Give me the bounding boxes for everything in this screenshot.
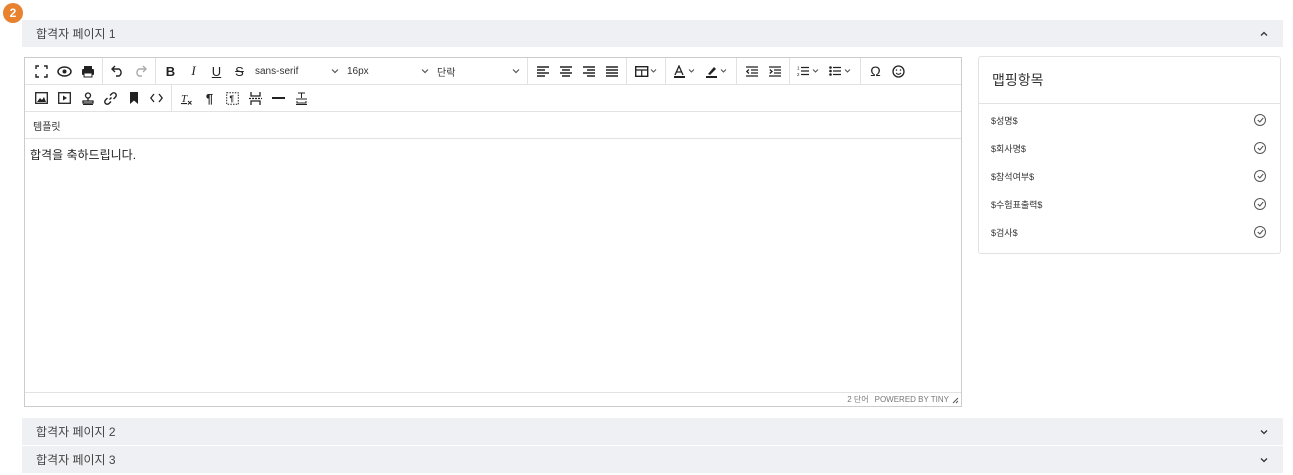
visual-blocks-icon[interactable]: ¶ — [221, 87, 244, 110]
font-family-value: sans-serif — [255, 65, 299, 77]
align-left-icon[interactable] — [531, 60, 554, 83]
chevron-up-icon — [1259, 29, 1269, 39]
mapping-item-label: $참석여부$ — [991, 171, 1035, 182]
step-badge: 2 — [3, 3, 23, 23]
mapping-item-label: $검사$ — [991, 227, 1018, 238]
chevron-down-icon — [1259, 427, 1269, 437]
undo-icon[interactable] — [106, 60, 129, 83]
accordion-page-2-header[interactable]: 합격자 페이지 2 — [22, 418, 1283, 445]
mapping-item-label: $수험표출력$ — [991, 199, 1043, 210]
mapping-panel-title: 맵핑항목 — [979, 57, 1280, 104]
preview-eye-icon[interactable] — [53, 60, 76, 83]
nonbreaking-space-icon[interactable] — [290, 87, 313, 110]
mapping-item: $검사$ — [979, 218, 1280, 246]
print-icon[interactable] — [76, 60, 99, 83]
emoticon-icon[interactable] — [887, 60, 910, 83]
redo-icon[interactable] — [129, 60, 152, 83]
horizontal-line-icon[interactable] — [267, 87, 290, 110]
check-circle-icon[interactable] — [1254, 170, 1266, 182]
editor-content-area[interactable]: 합격을 축하드립니다. — [25, 139, 961, 391]
accordion-page-3-header[interactable]: 합격자 페이지 3 — [22, 446, 1283, 473]
font-size-select[interactable]: 16px — [343, 60, 433, 83]
align-justify-icon[interactable] — [600, 60, 623, 83]
rich-text-editor: B I U S sans-serif 16px 단락 1 2 Ω T ¶ ¶ 템… — [24, 57, 962, 407]
chevron-down-icon — [421, 69, 429, 74]
mapping-items-panel: 맵핑항목 $성명$ $회사명$ $참석여부$ $수험표출력$ $검사$ — [978, 56, 1281, 254]
editor-content-text: 합격을 축하드립니다. — [30, 148, 137, 162]
font-size-value: 16px — [347, 65, 369, 77]
chevron-down-icon — [1259, 455, 1269, 465]
link-icon[interactable] — [99, 87, 122, 110]
editor-toolbar-row-2: T ¶ ¶ — [25, 85, 961, 112]
special-character-icon[interactable]: Ω — [864, 60, 887, 83]
mapping-item: $회사명$ — [979, 134, 1280, 162]
word-count[interactable]: 2 단어 — [847, 394, 868, 405]
block-format-value: 단락 — [437, 67, 456, 79]
bullet-list-icon[interactable] — [825, 60, 857, 83]
check-circle-icon[interactable] — [1254, 114, 1266, 126]
accordion-page-1-header[interactable]: 합격자 페이지 1 — [22, 20, 1283, 47]
template-stamp-icon[interactable] — [76, 87, 99, 110]
align-center-icon[interactable] — [554, 60, 577, 83]
check-circle-icon[interactable] — [1254, 226, 1266, 238]
align-right-icon[interactable] — [577, 60, 600, 83]
accordion-page-1-title: 합격자 페이지 1 — [36, 27, 116, 41]
mapping-item-label: $회사명$ — [991, 143, 1026, 154]
check-circle-icon[interactable] — [1254, 142, 1266, 154]
mapping-item: $수험표출력$ — [979, 190, 1280, 218]
accordion-page-2-title: 합격자 페이지 2 — [36, 425, 116, 439]
text-color-icon[interactable] — [669, 60, 701, 83]
outdent-icon[interactable] — [740, 60, 763, 83]
svg-text:¶: ¶ — [230, 94, 235, 103]
svg-text:1: 1 — [797, 66, 800, 71]
mapping-item-label: $성명$ — [991, 115, 1018, 126]
chevron-down-icon — [512, 69, 520, 74]
table-icon[interactable] — [630, 60, 662, 83]
numbered-list-icon[interactable]: 12 — [793, 60, 825, 83]
resize-handle-icon[interactable] — [952, 397, 959, 404]
source-code-icon[interactable] — [145, 87, 168, 110]
template-menu-row: 템플릿 — [25, 112, 961, 139]
block-format-select[interactable]: 단락 — [433, 60, 524, 83]
bookmark-icon[interactable] — [122, 87, 145, 110]
editor-toolbar-row-1: B I U S sans-serif 16px 단락 1 2 Ω — [25, 58, 961, 85]
accordion-page-3-title: 합격자 페이지 3 — [36, 453, 116, 467]
svg-text:2: 2 — [797, 72, 800, 77]
strikethrough-icon[interactable]: S — [228, 60, 251, 83]
image-icon[interactable] — [30, 87, 53, 110]
fullscreen-icon[interactable] — [30, 60, 53, 83]
indent-icon[interactable] — [763, 60, 786, 83]
media-play-icon[interactable] — [53, 87, 76, 110]
page-break-icon[interactable] — [244, 87, 267, 110]
bold-icon[interactable]: B — [159, 60, 182, 83]
font-family-select[interactable]: sans-serif — [251, 60, 343, 83]
chevron-down-icon — [331, 69, 339, 74]
underline-icon[interactable]: U — [205, 60, 228, 83]
highlight-color-icon[interactable] — [701, 60, 733, 83]
check-circle-icon[interactable] — [1254, 198, 1266, 210]
italic-icon[interactable]: I — [182, 60, 205, 83]
clear-formatting-icon[interactable]: T — [175, 87, 198, 110]
svg-text:T: T — [181, 93, 188, 105]
paragraph-mark-icon[interactable]: ¶ — [198, 87, 221, 110]
template-menu[interactable]: 템플릿 — [33, 118, 61, 133]
mapping-item: $참석여부$ — [979, 162, 1280, 190]
editor-statusbar: 2 단어 POWERED BY TINY — [25, 392, 961, 406]
mapping-item: $성명$ — [979, 106, 1280, 134]
powered-by-link[interactable]: POWERED BY TINY — [875, 395, 949, 404]
